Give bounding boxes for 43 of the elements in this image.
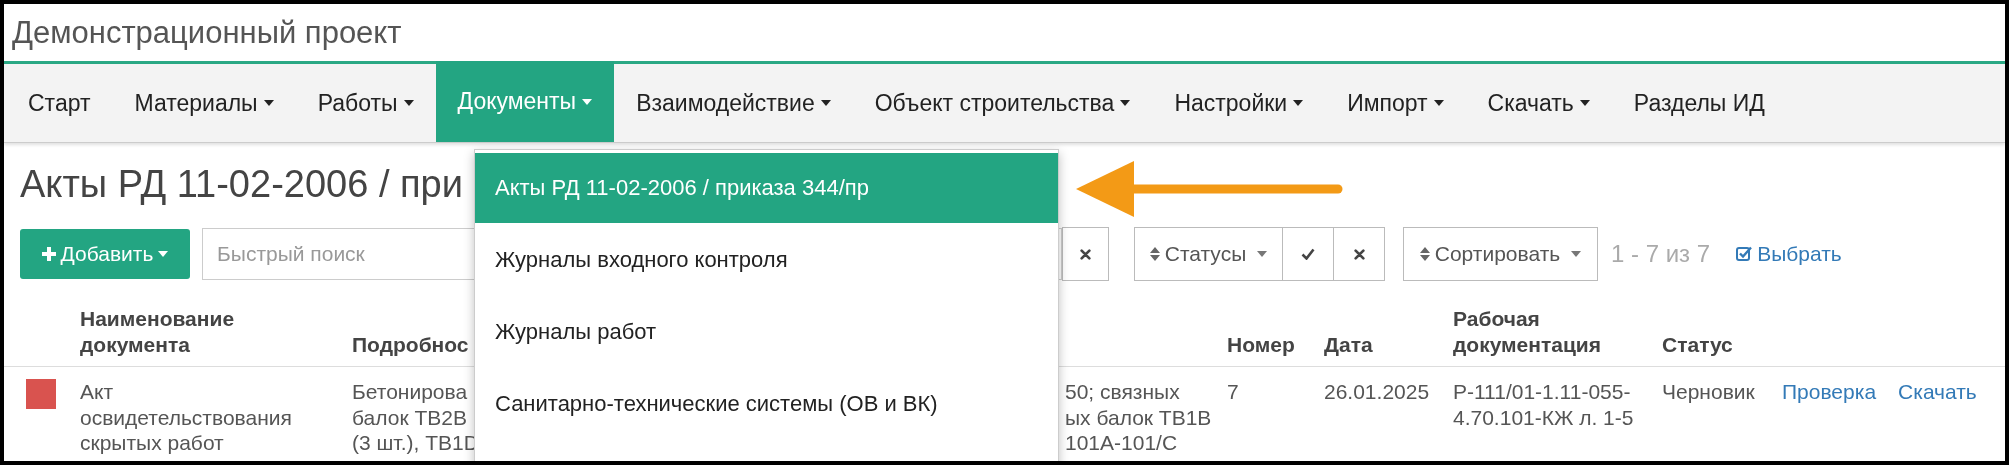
nav-menu-item[interactable]: Материалы [112,64,296,142]
close-icon [1353,248,1365,260]
dropdown-item[interactable]: Журналы работ [475,297,1058,367]
table-cell-text: Акт освидетельствования скрытых работ [80,379,293,456]
column-header: Подробнос [352,331,469,358]
table-cell-text: 7 [1227,379,1240,405]
nav-menu-item[interactable]: Разделы ИД [1611,64,1787,142]
column-header: Наименование документа [80,305,236,358]
dropdown-item[interactable]: Санитарно-технические системы (ОВ и ВК) [475,369,1058,439]
select-link[interactable]: Выбрать [1736,242,1842,266]
project-title: Демонстрационный проект [12,14,402,51]
action-link[interactable]: Скачать [1898,379,1977,405]
dropdown-item[interactable]: Журналы входного контроля [475,225,1058,295]
page-range: 1 - 7 из 7 [1611,240,1711,268]
column-header: Номер [1227,331,1295,358]
nav-menu-item[interactable]: Объект строительства [852,64,1153,142]
table-cell-text: Р-111/01-1.11-055-4.70.101-КЖ л. 1-5 [1453,379,1635,431]
sort-icon [1149,247,1160,261]
table-cell-text: 26.01.2025 [1324,379,1431,405]
check-icon [1301,248,1315,260]
nav-menu-item[interactable]: Взаимодействие [614,64,853,142]
action-link[interactable]: Проверка [1782,379,1877,405]
table-cell-text: 50; связных ых балок ТВ1В 101А-101/С [1065,379,1213,456]
caret-icon [158,251,169,257]
close-icon [1080,248,1091,260]
column-header: Рабочая документация [1453,305,1602,358]
clear-button[interactable] [1334,227,1385,281]
column-header: Дата [1324,331,1373,358]
nav-menu-item[interactable]: Импорт [1325,64,1466,142]
clear-button[interactable] [1062,227,1109,281]
column-header: Статус [1662,331,1733,358]
nav-menu-item[interactable]: Работы [295,64,436,142]
table-cell-text: Черновик [1662,379,1756,405]
plus-icon [41,247,56,261]
statuses-button[interactable]: Статусы [1134,227,1283,281]
nav-menu-item[interactable]: Скачать [1465,64,1612,142]
checkbox-icon [1736,246,1753,262]
sort-icon [1419,247,1430,261]
nav-menu-item[interactable]: Настройки [1152,64,1326,142]
apply-button[interactable] [1283,227,1334,281]
nav-menu-item[interactable]: Старт [6,64,113,142]
page-heading: Акты РД 11-02-2006 / при [20,162,463,206]
sort-button[interactable]: Сортировать [1403,227,1598,281]
